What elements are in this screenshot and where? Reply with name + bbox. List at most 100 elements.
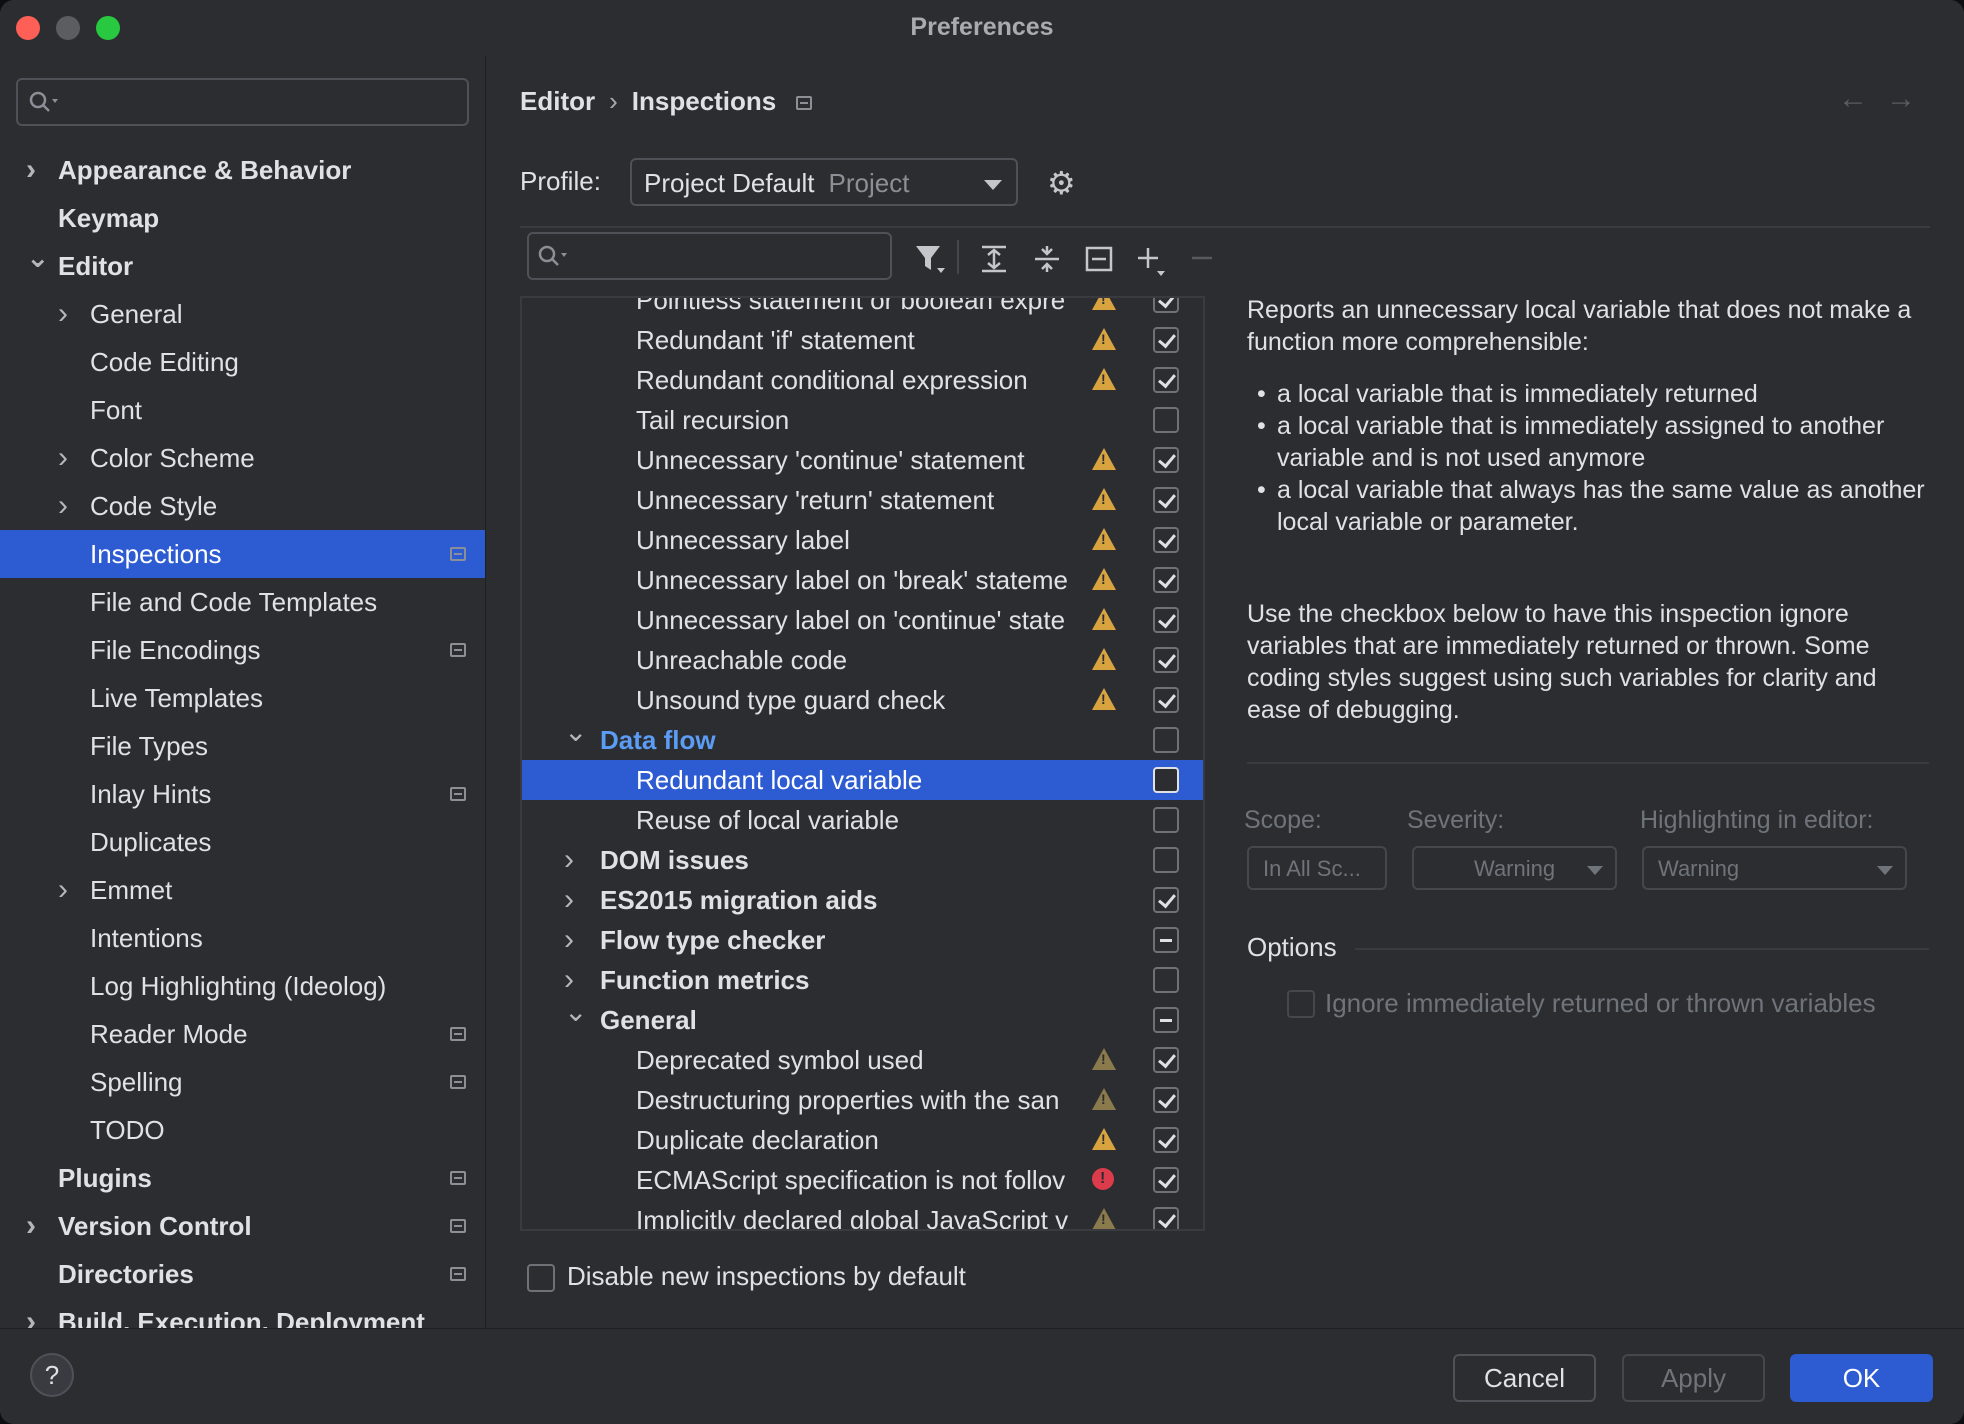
inspection-checkbox[interactable] (1153, 1127, 1179, 1153)
inspection-checkbox[interactable] (1153, 487, 1179, 513)
inspection-checkbox[interactable] (1153, 367, 1179, 393)
highlighting-dropdown[interactable]: Warning (1642, 846, 1907, 890)
sidebar-item-font[interactable]: Font (0, 386, 485, 434)
collapse-all-icon[interactable] (1032, 244, 1062, 274)
chevron-right-icon[interactable]: › (26, 146, 36, 194)
chevron-right-icon[interactable]: › (26, 1298, 36, 1328)
chevron-down-icon[interactable]: ⌄ (564, 992, 587, 1032)
inspection-group[interactable]: › DOM issues (522, 840, 1203, 880)
breadcrumb-editor[interactable]: Editor (520, 86, 595, 116)
inspection-checkbox[interactable] (1153, 927, 1179, 953)
apply-button[interactable]: Apply (1622, 1354, 1765, 1402)
reset-icon[interactable] (1084, 244, 1114, 274)
sidebar-item-duplicates[interactable]: Duplicates (0, 818, 485, 866)
arrow-left-icon[interactable]: ← (1838, 82, 1886, 115)
inspection-item[interactable]: Pointless statement or boolean expre (522, 298, 1203, 320)
inspection-item[interactable]: Unnecessary label (522, 520, 1203, 560)
inspection-item[interactable]: Reuse of local variable (522, 800, 1203, 840)
sidebar-item-keymap[interactable]: Keymap (0, 194, 485, 242)
sidebar-item-version-control[interactable]: › Version Control (0, 1202, 485, 1250)
sidebar-item-code-style[interactable]: › Code Style (0, 482, 485, 530)
inspection-item[interactable]: Unnecessary label on 'continue' state (522, 600, 1203, 640)
sidebar-item-file-types[interactable]: File Types (0, 722, 485, 770)
remove-icon[interactable] (1189, 244, 1215, 274)
inspection-group[interactable]: ⌄ Data flow (522, 716, 1203, 760)
help-button[interactable]: ? (30, 1353, 74, 1397)
inspection-checkbox[interactable] (1153, 767, 1179, 793)
ignore-returned-variables-checkbox[interactable] (1287, 990, 1315, 1018)
inspection-tree[interactable]: Pointless statement or boolean expre Redu… (520, 296, 1205, 1231)
inspection-checkbox[interactable] (1153, 1087, 1179, 1113)
disable-new-inspections-checkbox[interactable] (527, 1264, 555, 1292)
filter-icon[interactable] (913, 242, 947, 276)
sidebar-search-input[interactable] (16, 78, 469, 126)
inspection-item[interactable]: Unnecessary label on 'break' stateme (522, 560, 1203, 600)
inspection-item[interactable]: Unreachable code (522, 640, 1203, 680)
inspection-group[interactable]: › ES2015 migration aids (522, 880, 1203, 920)
chevron-right-icon[interactable]: › (564, 920, 574, 960)
sidebar-item-intentions[interactable]: Intentions (0, 914, 485, 962)
sidebar-item-plugins[interactable]: Plugins (0, 1154, 485, 1202)
inspection-checkbox[interactable] (1153, 687, 1179, 713)
inspection-checkbox[interactable] (1153, 607, 1179, 633)
sidebar-item-file-encodings[interactable]: File Encodings (0, 626, 485, 674)
chevron-down-icon[interactable]: ⌄ (564, 712, 587, 752)
inspection-checkbox[interactable] (1153, 567, 1179, 593)
sidebar-item-emmet[interactable]: › Emmet (0, 866, 485, 914)
severity-dropdown[interactable]: Warning (1412, 846, 1617, 890)
sidebar-item-inlay-hints[interactable]: Inlay Hints (0, 770, 485, 818)
inspection-checkbox[interactable] (1153, 447, 1179, 473)
inspection-item[interactable]: Unnecessary 'return' statement (522, 480, 1203, 520)
sidebar-item-todo[interactable]: TODO (0, 1106, 485, 1154)
inspection-item[interactable]: Tail recursion (522, 400, 1203, 440)
profile-dropdown[interactable]: Project Default Project (630, 158, 1018, 206)
sidebar-item-directories[interactable]: Directories (0, 1250, 485, 1298)
sidebar-item-code-editing[interactable]: Code Editing (0, 338, 485, 386)
inspection-item[interactable]: Destructuring properties with the san (522, 1080, 1203, 1120)
inspection-group[interactable]: ⌄ General (522, 996, 1203, 1040)
inspection-checkbox[interactable] (1153, 647, 1179, 673)
sidebar-item-live-templates[interactable]: Live Templates (0, 674, 485, 722)
ok-button[interactable]: OK (1790, 1354, 1933, 1402)
chevron-right-icon[interactable]: › (26, 1202, 36, 1250)
sidebar-item-appearance-behavior[interactable]: › Appearance & Behavior (0, 146, 485, 194)
inspection-item[interactable]: Redundant 'if' statement (522, 320, 1203, 360)
inspection-checkbox[interactable] (1153, 527, 1179, 553)
inspection-group[interactable]: › Function metrics (522, 960, 1203, 1000)
inspection-checkbox[interactable] (1153, 847, 1179, 873)
inspection-checkbox[interactable] (1153, 1007, 1179, 1033)
inspection-item[interactable]: Implicitly declared global JavaScript v (522, 1200, 1203, 1229)
inspection-item[interactable]: Redundant conditional expression (522, 360, 1203, 400)
inspection-checkbox[interactable] (1153, 327, 1179, 353)
sidebar-item-general[interactable]: › General (0, 290, 485, 338)
inspection-group[interactable]: › Flow type checker (522, 920, 1203, 960)
sidebar-item-spelling[interactable]: Spelling (0, 1058, 485, 1106)
inspection-checkbox[interactable] (1153, 407, 1179, 433)
inspection-item[interactable]: Unsound type guard check (522, 680, 1203, 720)
inspection-item[interactable]: Deprecated symbol used (522, 1040, 1203, 1080)
chevron-right-icon[interactable]: › (58, 434, 68, 482)
gear-icon[interactable]: ⚙ (1047, 164, 1076, 202)
inspection-checkbox[interactable] (1153, 807, 1179, 833)
inspection-checkbox[interactable] (1153, 1047, 1179, 1073)
sidebar-item-editor[interactable]: ⌄ Editor (0, 242, 485, 290)
inspection-item[interactable]: ECMAScript specification is not follov (522, 1160, 1203, 1200)
inspection-item[interactable]: Redundant local variable (522, 760, 1203, 800)
inspection-search-input[interactable] (527, 232, 892, 280)
inspection-checkbox[interactable] (1153, 887, 1179, 913)
inspection-checkbox[interactable] (1153, 967, 1179, 993)
chevron-right-icon[interactable]: › (58, 290, 68, 338)
sidebar-item-log-highlighting-ideolog[interactable]: Log Highlighting (Ideolog) (0, 962, 485, 1010)
chevron-right-icon[interactable]: › (564, 880, 574, 920)
inspection-checkbox[interactable] (1153, 727, 1179, 753)
sidebar-item-color-scheme[interactable]: › Color Scheme (0, 434, 485, 482)
sidebar-item-reader-mode[interactable]: Reader Mode (0, 1010, 485, 1058)
inspection-checkbox[interactable] (1153, 1207, 1179, 1229)
chevron-right-icon[interactable]: › (58, 866, 68, 914)
inspection-checkbox[interactable] (1153, 298, 1179, 313)
scope-dropdown[interactable]: In All Sc... (1247, 846, 1387, 890)
expand-all-icon[interactable] (979, 244, 1009, 274)
sidebar-item-build-execution-deployment[interactable]: › Build, Execution, Deployment (0, 1298, 485, 1328)
sidebar-item-file-and-code-templates[interactable]: File and Code Templates (0, 578, 485, 626)
arrow-right-icon[interactable]: → (1886, 82, 1934, 115)
